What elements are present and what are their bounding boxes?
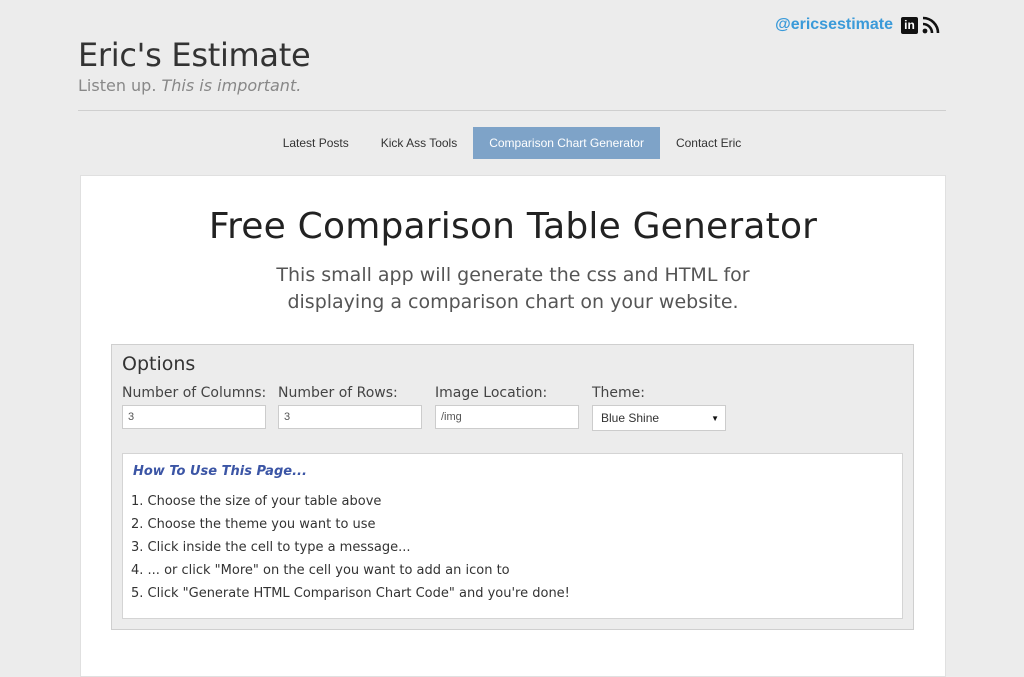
how-to-step: 1. Choose the size of your table above xyxy=(131,494,382,509)
tagline-plain: Listen up. xyxy=(78,76,162,95)
rows-input[interactable] xyxy=(278,405,422,429)
theme-label: Theme: xyxy=(592,385,646,401)
chevron-down-icon: ▼ xyxy=(711,413,719,423)
content-card: Free Comparison Table Generator This sma… xyxy=(80,175,946,677)
nav-item-latest-posts[interactable]: Latest Posts xyxy=(267,127,365,159)
subtitle-line-2: displaying a comparison chart on your we… xyxy=(287,291,739,313)
linkedin-glyph: in xyxy=(904,18,915,32)
image-location-field: Image Location: xyxy=(435,385,579,429)
theme-field: Theme: Blue Shine ▼ xyxy=(592,385,726,431)
social-links: @ericsestimate in xyxy=(775,16,940,34)
how-to-step: 2. Choose the theme you want to use xyxy=(131,517,376,532)
tagline-italic: This is important. xyxy=(161,76,302,95)
options-title: Options xyxy=(122,353,196,375)
options-panel: Options Number of Columns: Number of Row… xyxy=(111,344,914,630)
how-to-step: 5. Click "Generate HTML Comparison Chart… xyxy=(131,586,570,601)
nav-item-comparison-chart-generator[interactable]: Comparison Chart Generator xyxy=(473,127,660,159)
image-location-label: Image Location: xyxy=(435,385,548,401)
how-to-steps: 1. Choose the size of your table above 2… xyxy=(131,490,570,605)
columns-field: Number of Columns: xyxy=(122,385,266,429)
how-to-title: How To Use This Page... xyxy=(133,464,307,479)
columns-input[interactable] xyxy=(122,405,266,429)
site-tagline: Listen up. This is important. xyxy=(78,76,310,95)
twitter-handle-link[interactable]: @ericsestimate xyxy=(775,16,893,34)
main-nav: Latest Posts Kick Ass Tools Comparison C… xyxy=(0,127,1024,159)
how-to-step: 3. Click inside the cell to type a messa… xyxy=(131,540,411,555)
site-title[interactable]: Eric's Estimate xyxy=(78,36,311,74)
theme-select[interactable]: Blue Shine ▼ xyxy=(592,405,726,431)
how-to-step: 4. ... or click "More" on the cell you w… xyxy=(131,563,510,578)
rows-field: Number of Rows: xyxy=(278,385,422,429)
nav-item-kick-ass-tools[interactable]: Kick Ass Tools xyxy=(365,127,473,159)
nav-item-contact-eric[interactable]: Contact Eric xyxy=(660,127,757,159)
how-to-box: How To Use This Page... 1. Choose the si… xyxy=(122,453,903,619)
columns-label: Number of Columns: xyxy=(122,385,267,401)
rows-label: Number of Rows: xyxy=(278,385,398,401)
header-divider xyxy=(78,110,946,111)
image-location-input[interactable] xyxy=(435,405,579,429)
rss-icon[interactable] xyxy=(922,16,940,34)
subtitle-line-1: This small app will generate the css and… xyxy=(276,264,750,286)
linkedin-icon[interactable]: in xyxy=(901,16,918,34)
theme-selected-value: Blue Shine xyxy=(601,411,660,425)
page-subtitle: This small app will generate the css and… xyxy=(81,262,945,316)
site-header: Eric's Estimate Listen up. This is impor… xyxy=(78,36,311,95)
page-title: Free Comparison Table Generator xyxy=(208,206,818,247)
